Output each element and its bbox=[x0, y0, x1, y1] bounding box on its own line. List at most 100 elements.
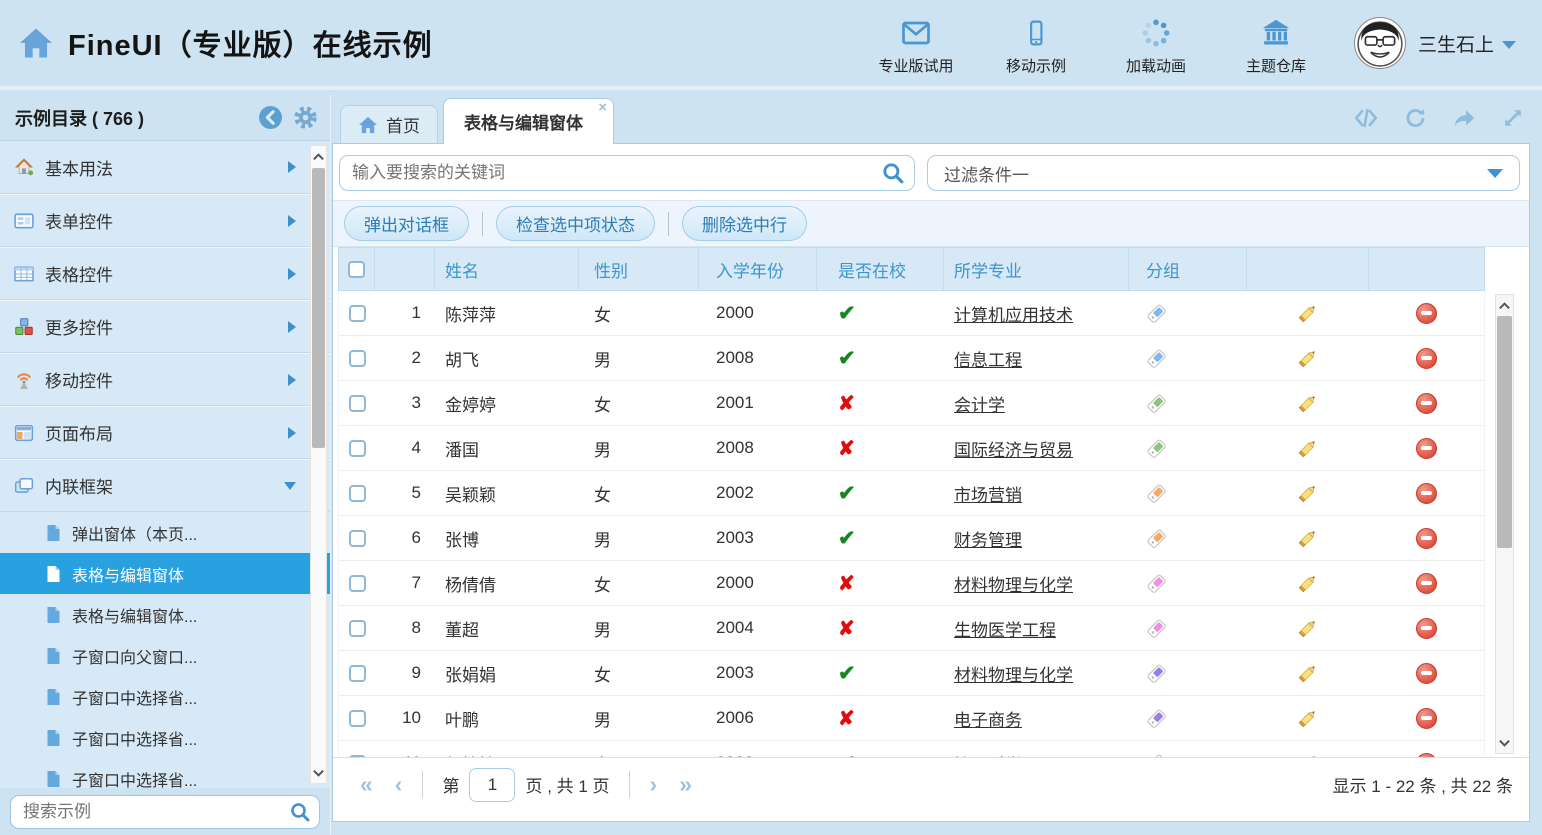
row-checkbox[interactable] bbox=[349, 620, 366, 637]
sidebar-item[interactable]: 表格控件 bbox=[0, 247, 330, 300]
tag-icon[interactable] bbox=[1146, 302, 1168, 324]
scroll-up-icon[interactable] bbox=[1496, 297, 1513, 313]
grid-scrollbar[interactable] bbox=[1495, 294, 1514, 754]
share-icon[interactable] bbox=[1451, 105, 1478, 131]
table-row[interactable]: 2胡飞男2008✔信息工程 bbox=[339, 336, 1484, 381]
sidebar-subitem[interactable]: 弹出窗体（本页... bbox=[0, 512, 330, 553]
delete-icon[interactable] bbox=[1416, 348, 1437, 369]
table-row[interactable]: 5吴颖颖女2002✔市场营销 bbox=[339, 471, 1484, 516]
column-header[interactable]: 入学年份 bbox=[699, 248, 817, 290]
column-header[interactable]: 分组 bbox=[1129, 248, 1247, 290]
filter-dropdown[interactable]: 过滤条件一 bbox=[927, 155, 1520, 191]
expand-icon[interactable] bbox=[1500, 105, 1526, 131]
row-checkbox[interactable] bbox=[349, 530, 366, 547]
table-row[interactable]: 4潘国男2008✘国际经济与贸易 bbox=[339, 426, 1484, 471]
sidebar-subitem[interactable]: 子窗口向父窗口... bbox=[0, 635, 330, 676]
sidebar-item[interactable]: 表单控件 bbox=[0, 194, 330, 247]
column-header[interactable]: 所学专业 bbox=[944, 248, 1129, 290]
source-code-icon[interactable] bbox=[1352, 105, 1380, 131]
column-header[interactable]: 是否在校 bbox=[817, 248, 944, 290]
row-checkbox[interactable] bbox=[349, 350, 366, 367]
tab-home[interactable]: 首页 bbox=[340, 105, 438, 143]
sidebar-item[interactable]: 移动控件 bbox=[0, 353, 330, 406]
collapse-sidebar-icon[interactable] bbox=[258, 105, 283, 130]
sidebar-item[interactable]: 更多控件 bbox=[0, 300, 330, 353]
header-action[interactable]: 加载动画 bbox=[1118, 16, 1194, 76]
sidebar-subitem[interactable]: 子窗口中选择省... bbox=[0, 758, 330, 788]
header-action[interactable]: 移动示例 bbox=[998, 16, 1074, 76]
delete-icon[interactable] bbox=[1416, 438, 1437, 459]
major-link[interactable]: 财务管理 bbox=[954, 526, 1022, 551]
major-link[interactable]: 市场营销 bbox=[954, 481, 1022, 506]
keyword-search-input[interactable] bbox=[339, 155, 915, 191]
row-checkbox[interactable] bbox=[349, 575, 366, 592]
sidebar-subitem[interactable]: 表格与编辑窗体 bbox=[0, 553, 330, 594]
search-icon[interactable] bbox=[289, 801, 311, 823]
table-row[interactable]: 9张娟娟女2003✔材料物理与化学 bbox=[339, 651, 1484, 696]
major-link[interactable]: 生物医学工程 bbox=[954, 616, 1056, 641]
table-row[interactable]: 8董超男2004✘生物医学工程 bbox=[339, 606, 1484, 651]
delete-icon[interactable] bbox=[1416, 573, 1437, 594]
table-row[interactable]: 10叶鹏男2006✘电子商务 bbox=[339, 696, 1484, 741]
tag-icon[interactable] bbox=[1146, 707, 1168, 729]
scrollbar-thumb[interactable] bbox=[1497, 316, 1512, 548]
tag-icon[interactable] bbox=[1146, 572, 1168, 594]
toolbar-button[interactable]: 检查选中项状态 bbox=[496, 206, 655, 241]
tag-icon[interactable] bbox=[1146, 437, 1168, 459]
toolbar-button[interactable]: 弹出对话框 bbox=[344, 206, 469, 241]
refresh-icon[interactable] bbox=[1402, 105, 1429, 131]
major-link[interactable]: 电子商务 bbox=[954, 706, 1022, 731]
header-action[interactable]: 专业版试用 bbox=[878, 16, 954, 76]
edit-pencil-icon[interactable] bbox=[1297, 482, 1319, 504]
delete-icon[interactable] bbox=[1416, 303, 1437, 324]
scroll-down-icon[interactable] bbox=[1496, 735, 1513, 751]
tag-icon[interactable] bbox=[1146, 617, 1168, 639]
edit-pencil-icon[interactable] bbox=[1297, 392, 1319, 414]
delete-icon[interactable] bbox=[1416, 483, 1437, 504]
tab-table-edit-window[interactable]: 表格与编辑窗体 × bbox=[443, 98, 614, 144]
edit-pencil-icon[interactable] bbox=[1297, 752, 1319, 757]
last-page-icon[interactable]: » bbox=[668, 773, 703, 796]
edit-pencil-icon[interactable] bbox=[1297, 617, 1319, 639]
edit-pencil-icon[interactable] bbox=[1297, 707, 1319, 729]
close-icon[interactable]: × bbox=[598, 101, 607, 115]
table-row[interactable]: 11赵婷婷女2002✔管理科学 bbox=[339, 741, 1484, 757]
sidebar-item[interactable]: 页面布局 bbox=[0, 406, 330, 459]
scrollbar-thumb[interactable] bbox=[312, 168, 325, 448]
major-link[interactable]: 会计学 bbox=[954, 391, 1005, 416]
sidebar-item[interactable]: 内联框架 bbox=[0, 459, 330, 512]
table-row[interactable]: 6张博男2003✔财务管理 bbox=[339, 516, 1484, 561]
table-row[interactable]: 7杨倩倩女2000✘材料物理与化学 bbox=[339, 561, 1484, 606]
column-header[interactable]: 性别 bbox=[579, 248, 699, 290]
sidebar-item[interactable]: 基本用法 bbox=[0, 141, 330, 194]
delete-icon[interactable] bbox=[1416, 528, 1437, 549]
delete-icon[interactable] bbox=[1416, 753, 1437, 758]
delete-icon[interactable] bbox=[1416, 618, 1437, 639]
tag-icon[interactable] bbox=[1146, 392, 1168, 414]
row-checkbox[interactable] bbox=[349, 305, 366, 322]
major-link[interactable]: 管理科学 bbox=[954, 751, 1022, 758]
select-all-checkbox[interactable] bbox=[348, 261, 365, 278]
edit-pencil-icon[interactable] bbox=[1297, 437, 1319, 459]
sidebar-search-input[interactable] bbox=[10, 795, 320, 829]
next-page-icon[interactable]: › bbox=[639, 773, 669, 796]
row-checkbox[interactable] bbox=[349, 710, 366, 727]
edit-pencil-icon[interactable] bbox=[1297, 662, 1319, 684]
search-icon[interactable] bbox=[881, 161, 905, 185]
row-checkbox[interactable] bbox=[349, 755, 366, 758]
edit-pencil-icon[interactable] bbox=[1297, 302, 1319, 324]
sidebar-subitem[interactable]: 表格与编辑窗体... bbox=[0, 594, 330, 635]
edit-pencil-icon[interactable] bbox=[1297, 527, 1319, 549]
delete-icon[interactable] bbox=[1416, 393, 1437, 414]
gear-icon[interactable] bbox=[293, 105, 318, 130]
scroll-down-icon[interactable] bbox=[311, 765, 326, 781]
sidebar-subitem[interactable]: 子窗口中选择省... bbox=[0, 676, 330, 717]
column-header[interactable]: 姓名 bbox=[435, 248, 579, 290]
row-checkbox[interactable] bbox=[349, 665, 366, 682]
tag-icon[interactable] bbox=[1146, 527, 1168, 549]
sidebar-scrollbar[interactable] bbox=[310, 145, 327, 784]
major-link[interactable]: 材料物理与化学 bbox=[954, 571, 1073, 596]
user-menu[interactable]: 三生石上 bbox=[1354, 17, 1516, 69]
prev-page-icon[interactable]: ‹ bbox=[384, 773, 414, 796]
row-checkbox[interactable] bbox=[349, 485, 366, 502]
